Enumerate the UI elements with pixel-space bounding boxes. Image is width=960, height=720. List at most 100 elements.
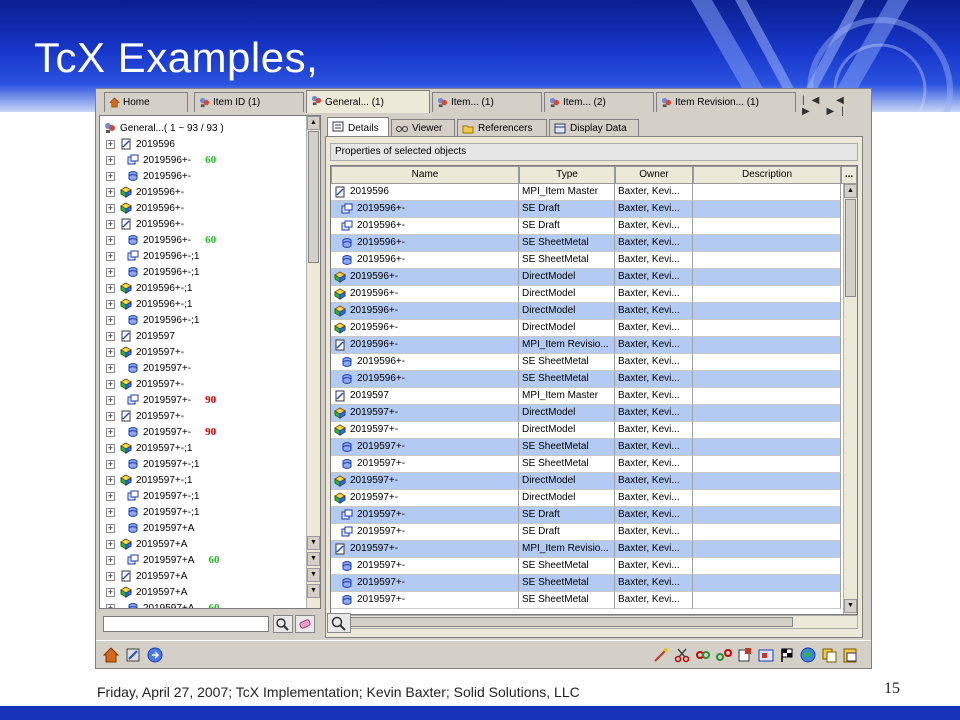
table-row[interactable]: 2019596+- SE Draft Baxter, Kevi... <box>331 201 841 218</box>
details-search-button[interactable] <box>327 613 351 633</box>
tree-item[interactable]: 2019597+- <box>120 344 184 360</box>
tree-item[interactable]: 2019597+- 90 <box>127 424 216 440</box>
column-chooser-button[interactable]: ... <box>841 166 857 184</box>
expand-toggle[interactable]: + <box>106 284 115 293</box>
check-icon[interactable] <box>652 646 670 664</box>
tree-item[interactable]: 2019597+- <box>120 376 184 392</box>
tree-item[interactable]: 2019597+- <box>127 360 191 376</box>
tab-item-2[interactable]: Item... (2) <box>544 92 654 112</box>
tab-item-revision[interactable]: Item Revision... (1) <box>656 92 796 112</box>
tree-item[interactable]: 2019596+-;1 <box>120 280 192 296</box>
column-description[interactable]: Description <box>693 166 841 184</box>
table-row[interactable]: 2019596+- SE SheetMetal Baxter, Kevi... <box>331 371 841 388</box>
column-owner[interactable]: Owner <box>615 166 693 184</box>
expand-toggle[interactable]: + <box>106 396 115 405</box>
tree-item[interactable]: 2019596+-;1 <box>127 312 199 328</box>
table-row[interactable]: 2019597+- SE SheetMetal Baxter, Kevi... <box>331 439 841 456</box>
table-row[interactable]: 2019596+- DirectModel Baxter, Kevi... <box>331 320 841 337</box>
tree-item[interactable]: 2019597+-;1 <box>127 504 199 520</box>
table-row[interactable]: 2019597+- SE SheetMetal Baxter, Kevi... <box>331 592 841 609</box>
table-row[interactable]: 2019596+- SE SheetMetal Baxter, Kevi... <box>331 235 841 252</box>
expand-toggle[interactable]: + <box>106 188 115 197</box>
table-row[interactable]: 2019596 MPI_Item Master Baxter, Kevi... <box>331 184 841 201</box>
expand-toggle[interactable]: + <box>106 300 115 309</box>
expand-toggle[interactable]: + <box>106 204 115 213</box>
tab-home[interactable]: Home <box>104 92 188 112</box>
expand-toggle[interactable]: + <box>106 588 115 597</box>
expand-toggle[interactable]: + <box>106 540 115 549</box>
expand-toggle[interactable]: + <box>106 428 115 437</box>
home-tree-icon[interactable] <box>102 646 120 664</box>
tree-item[interactable]: 2019597+-;1 <box>120 472 192 488</box>
navigate-icon[interactable] <box>146 646 164 664</box>
table-row[interactable]: 2019597+- SE SheetMetal Baxter, Kevi... <box>331 558 841 575</box>
table-row[interactable]: 2019597+- SE SheetMetal Baxter, Kevi... <box>331 575 841 592</box>
tree-item[interactable]: 2019596+-;1 <box>127 248 199 264</box>
expand-toggle[interactable]: + <box>106 556 115 565</box>
unlink-icon[interactable] <box>715 646 733 664</box>
table-row[interactable]: 2019596+- SE SheetMetal Baxter, Kevi... <box>331 252 841 269</box>
expand-toggle[interactable]: + <box>106 380 115 389</box>
clear-button[interactable] <box>295 615 315 633</box>
expand-toggle[interactable]: + <box>106 604 115 608</box>
scroll-down-button[interactable]: ▼ <box>307 536 320 550</box>
revise-icon[interactable] <box>757 646 775 664</box>
tree-item[interactable]: 2019597+-;1 <box>127 456 199 472</box>
tab-item-1[interactable]: Item... (1) <box>432 92 542 112</box>
tab-display-data[interactable]: Display Data <box>549 119 639 137</box>
table-row[interactable]: 2019597+- SE Draft Baxter, Kevi... <box>331 507 841 524</box>
table-row[interactable]: 2019597+- MPI_Item Revisio... Baxter, Kevi… <box>331 541 841 558</box>
properties-icon[interactable] <box>124 646 142 664</box>
table-row[interactable]: 2019596+- MPI_Item Revisio... Baxter, Kevi… <box>331 337 841 354</box>
expand-toggle[interactable]: + <box>106 268 115 277</box>
tab-referencers[interactable]: Referencers <box>457 119 547 137</box>
table-row[interactable]: 2019596+- SE Draft Baxter, Kevi... <box>331 218 841 235</box>
table-row[interactable]: 2019596+- DirectModel Baxter, Kevi... <box>331 286 841 303</box>
tree-item[interactable]: 2019597+A <box>120 536 187 552</box>
tree-item[interactable]: 2019596+- 60 <box>127 152 216 168</box>
table-row[interactable]: 2019596+- DirectModel Baxter, Kevi... <box>331 269 841 286</box>
expand-toggle[interactable]: + <box>106 172 115 181</box>
expand-toggle[interactable]: + <box>106 492 115 501</box>
tab-scroll-arrows[interactable]: |◀ ◀ ▶ ▶| <box>802 95 871 117</box>
scroll-down-fast-button[interactable]: ▼ <box>307 568 320 582</box>
tab-item-id[interactable]: Item ID (1) <box>194 92 304 112</box>
expand-toggle[interactable]: + <box>106 412 115 421</box>
tab-general[interactable]: General... (1) <box>306 90 430 113</box>
table-scrollbar[interactable]: ▲ ▼ <box>843 184 857 614</box>
expand-toggle[interactable]: + <box>106 572 115 581</box>
tree-item[interactable]: 2019597+- 90 <box>127 392 216 408</box>
tree-filter-input[interactable] <box>103 616 269 632</box>
table-row[interactable]: 2019597+- DirectModel Baxter, Kevi... <box>331 422 841 439</box>
expand-toggle[interactable]: + <box>106 444 115 453</box>
tab-details[interactable]: Details <box>327 117 389 138</box>
column-name[interactable]: Name <box>331 166 519 184</box>
tree-item[interactable]: 2019596+- <box>120 216 184 232</box>
scroll-thumb[interactable] <box>845 199 856 297</box>
column-type[interactable]: Type <box>519 166 615 184</box>
table-row[interactable]: 2019597+- DirectModel Baxter, Kevi... <box>331 405 841 422</box>
tree-item[interactable]: 2019596+- <box>120 184 184 200</box>
expand-toggle[interactable]: + <box>106 332 115 341</box>
tree-item[interactable]: 2019596+- <box>120 200 184 216</box>
scroll-thumb[interactable] <box>345 617 793 627</box>
tree-item[interactable]: 2019596+-;1 <box>127 264 199 280</box>
tab-viewer[interactable]: Viewer <box>391 119 455 137</box>
tree-item[interactable]: 2019597+A 60 <box>127 552 219 568</box>
tree-item[interactable]: 2019596+-;1 <box>120 296 192 312</box>
globe-icon[interactable] <box>799 646 817 664</box>
scroll-up-button[interactable]: ▲ <box>307 116 320 130</box>
link-icon[interactable] <box>694 646 712 664</box>
expand-toggle[interactable]: + <box>106 476 115 485</box>
table-row[interactable]: 2019597+- DirectModel Baxter, Kevi... <box>331 490 841 507</box>
expand-toggle[interactable]: + <box>106 524 115 533</box>
expand-toggle[interactable]: + <box>106 220 115 229</box>
tree-item[interactable]: 2019597 <box>120 328 175 344</box>
scroll-thumb[interactable] <box>308 131 319 263</box>
expand-toggle[interactable]: + <box>106 460 115 469</box>
tree-item[interactable]: 2019596+- <box>127 168 191 184</box>
expand-toggle[interactable]: + <box>106 236 115 245</box>
table-row[interactable]: 2019597+- DirectModel Baxter, Kevi... <box>331 473 841 490</box>
expand-toggle[interactable]: + <box>106 364 115 373</box>
expand-toggle[interactable]: + <box>106 316 115 325</box>
